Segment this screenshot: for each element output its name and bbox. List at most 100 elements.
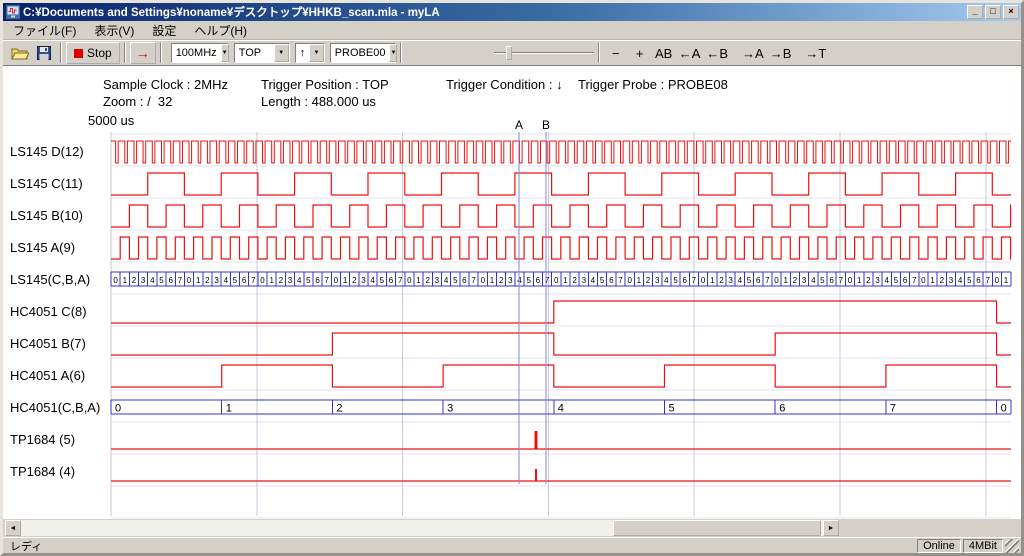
bus-value: 5 <box>526 276 531 285</box>
save-floppy-icon <box>37 46 51 60</box>
zoom-out-button[interactable]: − <box>604 42 628 64</box>
close-button[interactable]: × <box>1003 5 1019 19</box>
zoom-slider[interactable] <box>494 43 594 63</box>
dropdown-arrow-icon[interactable]: ▼ <box>274 44 289 62</box>
cursor-label: A <box>515 118 523 132</box>
scroll-track[interactable] <box>21 520 823 536</box>
cursor-ab-button[interactable]: AB <box>652 42 676 64</box>
sample-clock-value: 100MHz <box>172 47 221 59</box>
statusbar: レディ Online 4MBit <box>3 537 1021 553</box>
bus-value: 5 <box>306 276 311 285</box>
bus-value: 4 <box>591 276 596 285</box>
bus-value: 0 <box>334 276 339 285</box>
bus-value: 7 <box>251 276 256 285</box>
stop-label: Stop <box>87 46 112 60</box>
dropdown-arrow-icon[interactable]: ▼ <box>221 44 229 62</box>
zoom-slider-thumb[interactable] <box>506 46 512 60</box>
trigger-position-select[interactable]: TOP ▼ <box>234 43 290 63</box>
trigger-probe-value: PROBE00 <box>331 47 390 59</box>
bus-value: 0 <box>774 276 779 285</box>
maximize-button[interactable]: □ <box>985 5 1001 19</box>
scroll-right-button[interactable]: ► <box>823 520 839 536</box>
bus-value: 2 <box>352 276 357 285</box>
trigger-position-value: TOP <box>235 47 274 59</box>
titlebar[interactable]: C:¥Documents and Settings¥noname¥デスクトップ¥… <box>3 3 1021 21</box>
save-button[interactable] <box>32 42 56 64</box>
bus-value: 7 <box>618 276 623 285</box>
trigger-edge-select[interactable]: ↑ ▼ <box>295 43 325 63</box>
channel-label: TP1684 (5) <box>10 432 75 447</box>
goto-cursor-b-left-button[interactable]: ←B <box>703 42 731 64</box>
goto-cursor-a-right-button[interactable]: →A <box>739 42 767 64</box>
minimize-button[interactable]: _ <box>967 5 983 19</box>
waveform-client[interactable]: 5000 usLS145 D(12)LS145 C(11)LS145 B(10)… <box>3 66 1021 519</box>
dropdown-arrow-icon[interactable]: ▼ <box>309 44 324 62</box>
bus-value: 0 <box>554 276 559 285</box>
bus-value: 3 <box>508 276 513 285</box>
bus-value: 2 <box>132 276 137 285</box>
bus-value: 3 <box>949 276 954 285</box>
goto-cursor-b-right-button[interactable]: →B <box>767 42 795 64</box>
zoom-in-button[interactable]: + <box>628 42 652 64</box>
waveform-trace <box>111 205 1011 227</box>
trigger-condition-info: Trigger Condition : ↓ <box>446 77 563 92</box>
bus-value: 1 <box>269 276 274 285</box>
bus-value: 1 <box>563 276 568 285</box>
bus-value: 5 <box>600 276 605 285</box>
waveform-trace <box>111 237 1011 259</box>
toolbar-separator <box>598 43 600 63</box>
stop-button[interactable]: Stop <box>66 42 120 64</box>
run-arrow-icon: → <box>136 45 150 61</box>
window-title: C:¥Documents and Settings¥noname¥デスクトップ¥… <box>23 4 965 20</box>
menu-help[interactable]: ヘルプ(H) <box>185 20 256 41</box>
channel-label: LS145 C(11) <box>10 176 83 191</box>
bus-value: 4 <box>664 276 669 285</box>
bus-value: 5 <box>453 276 458 285</box>
bus-value: 3 <box>582 276 587 285</box>
bus-value: 7 <box>912 276 917 285</box>
bus-value: 2 <box>279 276 284 285</box>
bus-value: 5 <box>967 276 972 285</box>
scroll-left-button[interactable]: ◄ <box>5 520 21 536</box>
waveform-trace <box>111 173 1011 195</box>
scroll-thumb[interactable] <box>613 520 821 536</box>
bus-value: 0 <box>921 276 926 285</box>
bus-value: 6 <box>756 276 761 285</box>
zoom-info: Zoom : / 32 <box>103 94 172 109</box>
menu-view[interactable]: 表示(V) <box>85 20 143 41</box>
waveform-canvas[interactable]: 5000 usLS145 D(12)LS145 C(11)LS145 B(10)… <box>3 66 1021 519</box>
bus-value: 4 <box>370 276 375 285</box>
bus-value: 1 <box>637 276 642 285</box>
resize-grip[interactable] <box>1005 539 1019 553</box>
bus-value: 0 <box>481 276 486 285</box>
menu-settings[interactable]: 設定 <box>143 20 185 41</box>
bus-value: 2 <box>205 276 210 285</box>
goto-cursor-a-left-button[interactable]: ←A <box>676 42 704 64</box>
bus-value: 7 <box>324 276 329 285</box>
scroll-strip: ◄ ► <box>3 519 1021 537</box>
bus-value: 5 <box>380 276 385 285</box>
bus-value: 1 <box>196 276 201 285</box>
dropdown-arrow-icon[interactable]: ▼ <box>389 44 397 62</box>
sample-clock-select[interactable]: 100MHz ▼ <box>171 43 229 63</box>
goto-trigger-button[interactable]: →T <box>802 42 829 64</box>
bus-value: 4 <box>558 403 564 415</box>
bus-value: 7 <box>839 276 844 285</box>
bus-value: 3 <box>435 276 440 285</box>
bus-value: 5 <box>669 403 675 415</box>
bus-value: 7 <box>471 276 476 285</box>
open-button[interactable] <box>8 42 32 64</box>
menu-file[interactable]: ファイル(F) <box>4 20 85 41</box>
channel-label: HC4051(C,B,A) <box>10 400 100 415</box>
bus-value: 4 <box>738 276 743 285</box>
bus-value: 2 <box>940 276 945 285</box>
toolbar-separator <box>124 43 126 63</box>
horizontal-scrollbar[interactable]: ◄ ► <box>5 520 839 536</box>
run-button[interactable]: → <box>130 42 156 64</box>
bus-value: 0 <box>115 403 121 415</box>
trigger-probe-select[interactable]: PROBE00 ▼ <box>330 43 396 63</box>
bus-value: 3 <box>447 403 453 415</box>
bus-value: 6 <box>168 276 173 285</box>
bus-value: 6 <box>462 276 467 285</box>
bus-value: 2 <box>336 403 342 415</box>
